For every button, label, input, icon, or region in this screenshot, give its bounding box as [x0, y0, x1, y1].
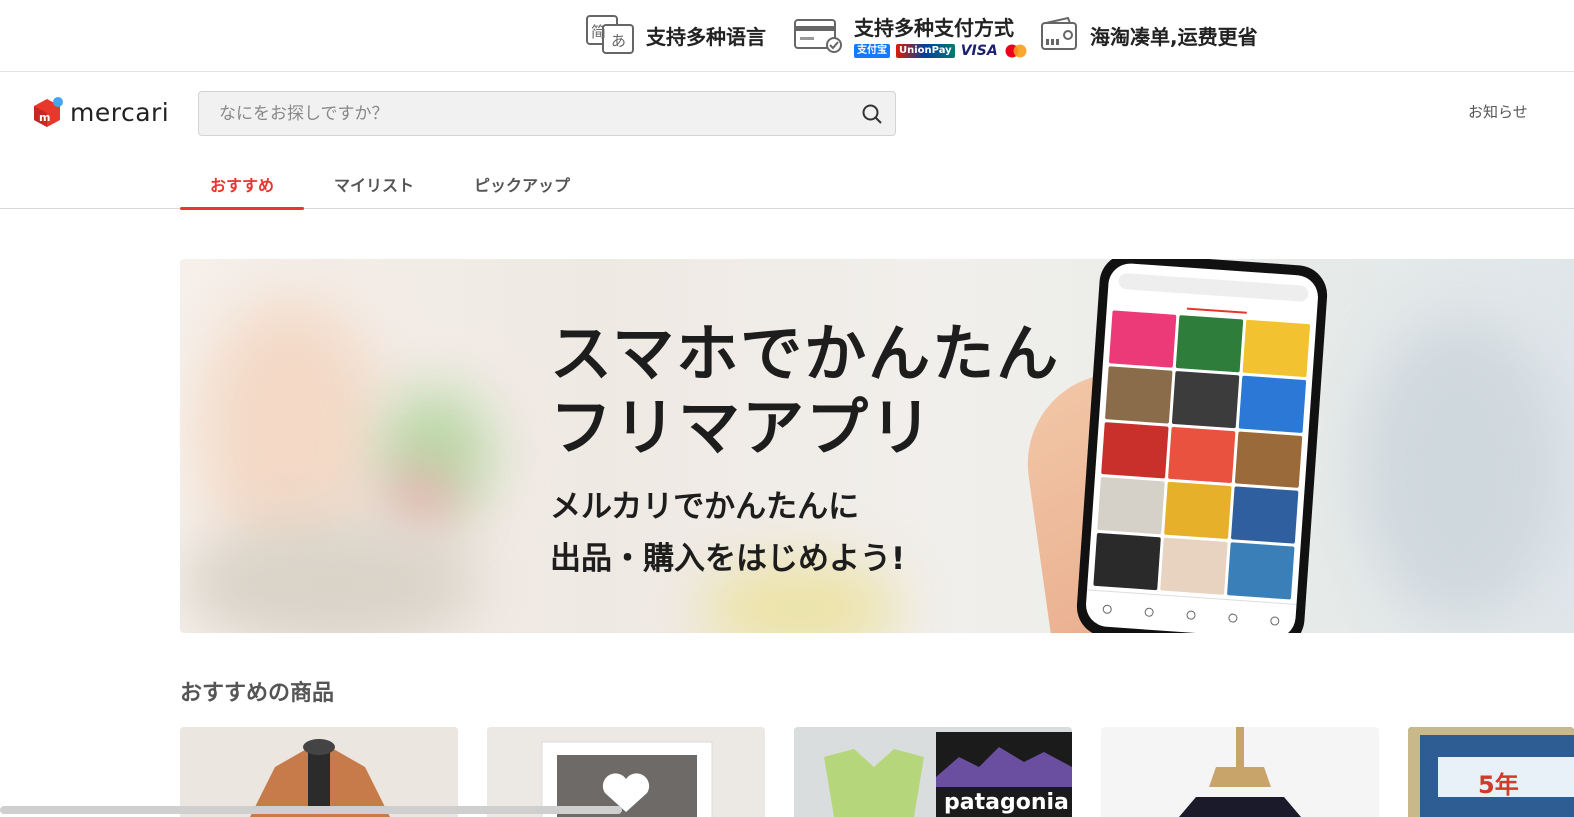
section-title: おすすめの商品 [180, 681, 335, 706]
home-icon [1101, 604, 1112, 615]
promo-payment-text: 支持多种支付方式 [854, 15, 1014, 40]
visa-badge: VISA [960, 42, 998, 59]
grid-item [1108, 310, 1177, 368]
wallet-icon [1041, 16, 1077, 50]
bg-right-blur [1360, 319, 1560, 619]
grid-item [1097, 477, 1165, 535]
hero-subtitle: メルカリでかんたんに 出品・購入をはじめよう! [550, 489, 906, 577]
svg-text:あ: あ [611, 32, 626, 50]
pay-icon [1227, 613, 1238, 623]
phone-screen [1084, 262, 1320, 633]
alipay-badge: 支付宝 [854, 43, 890, 58]
credit-card-icon [794, 19, 842, 53]
grid-item [1242, 319, 1311, 377]
notifications-link[interactable]: お知らせ [1468, 101, 1528, 122]
tab-recommended[interactable]: おすすめ [180, 159, 305, 210]
phone-active-tab [1186, 299, 1248, 314]
grid-item [1238, 375, 1307, 433]
unionpay-badge: UnionPay [896, 43, 955, 58]
grid-item [1175, 315, 1244, 373]
product-image [1101, 727, 1379, 817]
promo-payment: 支持多种支付方式 支付宝 UnionPay VISA [794, 12, 1028, 59]
product-image [487, 727, 765, 817]
main-tabs: おすすめ マイリスト ピックアップ [180, 159, 600, 210]
logo-text: mercari [70, 97, 170, 127]
phone-product-grid [1093, 310, 1311, 600]
horizontal-scrollbar[interactable] [0, 806, 622, 814]
product-card[interactable]: 5年 [1408, 727, 1574, 817]
search-icon[interactable] [861, 103, 883, 125]
promo-shipping: 海淘凑单,运费更省 [1040, 12, 1258, 58]
grid-item [1234, 431, 1303, 489]
hero-banner[interactable]: スマホでかんたん フリマアプリ メルカリでかんたんに 出品・購入をはじめよう! [180, 259, 1574, 633]
promo-shipping-text: 海淘凑单,运费更省 [1090, 24, 1258, 49]
site-header: m mercari お知らせ おすすめ マイリスト ピックアップ [0, 73, 1574, 210]
tab-pickup[interactable]: ピックアップ [444, 159, 600, 209]
promo-payment-stack: 支持多种支付方式 支付宝 UnionPay VISA [854, 12, 1028, 59]
grid-item [1164, 482, 1232, 540]
user-icon [1269, 616, 1280, 626]
grid-item [1171, 370, 1240, 428]
bg-pink-blur [390, 469, 450, 529]
promo-language-text: 支持多种语言 [646, 24, 766, 49]
search-input[interactable] [199, 92, 895, 135]
bg-sofa-blur [180, 519, 480, 633]
language-icon: 简 あ [586, 15, 634, 54]
svg-text:简: 简 [591, 23, 606, 41]
payment-badges: 支付宝 UnionPay VISA [854, 43, 1028, 59]
product-card[interactable] [180, 727, 458, 817]
product-image: 5年 [1408, 727, 1574, 817]
product-card[interactable] [487, 727, 765, 817]
promo-language: 简 あ 支持多种语言 [586, 12, 766, 58]
promo-bar: 简 あ 支持多种语言 支持多种支付方式 支付宝 UnionPay VISA 海淘… [0, 0, 1574, 72]
search-bar [198, 91, 896, 136]
tab-mylist[interactable]: マイリスト [304, 159, 444, 209]
grid-item [1101, 421, 1169, 479]
product-image: patagonia [794, 727, 1072, 817]
camera-icon [1185, 610, 1196, 620]
hero-title: スマホでかんたん フリマアプリ [550, 317, 1061, 464]
bell-icon [1143, 607, 1154, 617]
grid-item [1230, 486, 1299, 544]
svg-text:5年: 5年 [1478, 771, 1519, 799]
svg-text:patagonia: patagonia [944, 790, 1069, 815]
mastercard-icon [1005, 44, 1027, 57]
phone-mockup [1074, 259, 1330, 633]
mercari-logo[interactable]: m mercari [30, 95, 169, 129]
svg-text:m: m [39, 111, 50, 124]
product-card[interactable] [1101, 727, 1379, 817]
grid-item [1160, 537, 1228, 595]
grid-item [1093, 533, 1161, 591]
product-image [180, 727, 458, 817]
grid-item [1105, 366, 1173, 424]
grid-item [1227, 542, 1295, 600]
mercari-box-icon: m [34, 97, 63, 127]
product-card[interactable]: patagonia [794, 727, 1072, 817]
grid-item [1167, 426, 1236, 484]
phone-search-bar [1118, 272, 1309, 303]
